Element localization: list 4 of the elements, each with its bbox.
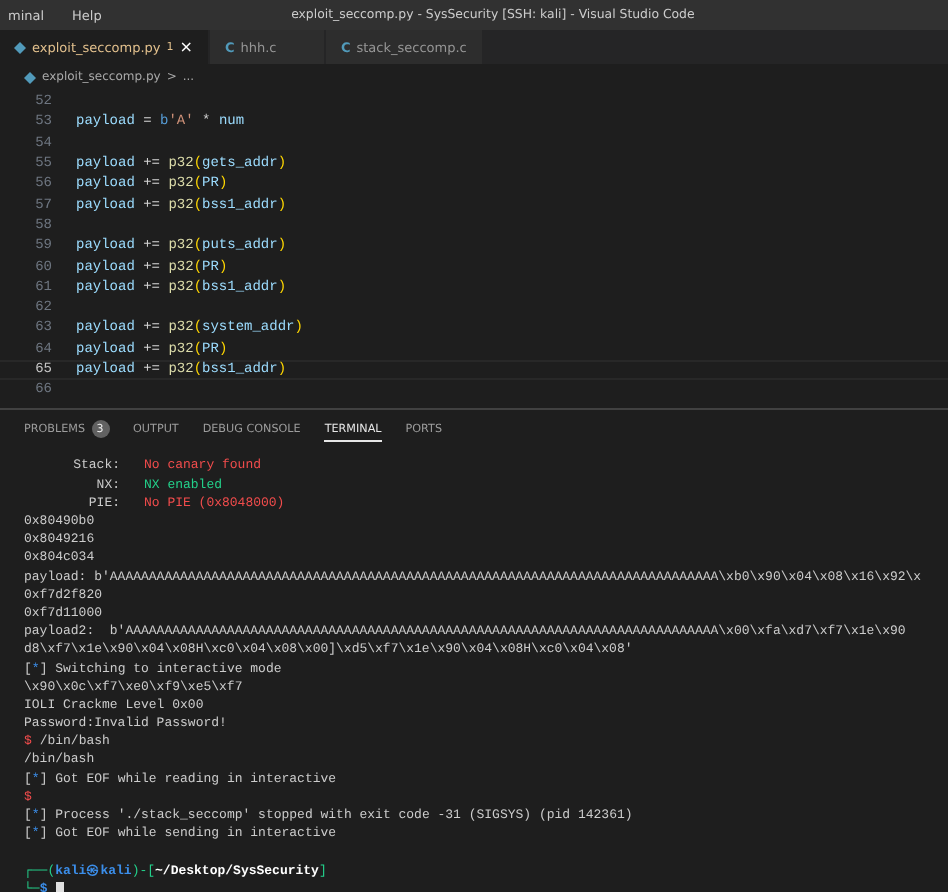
python-file-icon xyxy=(14,41,26,53)
cursor xyxy=(55,881,64,892)
python-file-icon xyxy=(24,71,36,83)
close-icon[interactable]: × xyxy=(179,38,193,56)
